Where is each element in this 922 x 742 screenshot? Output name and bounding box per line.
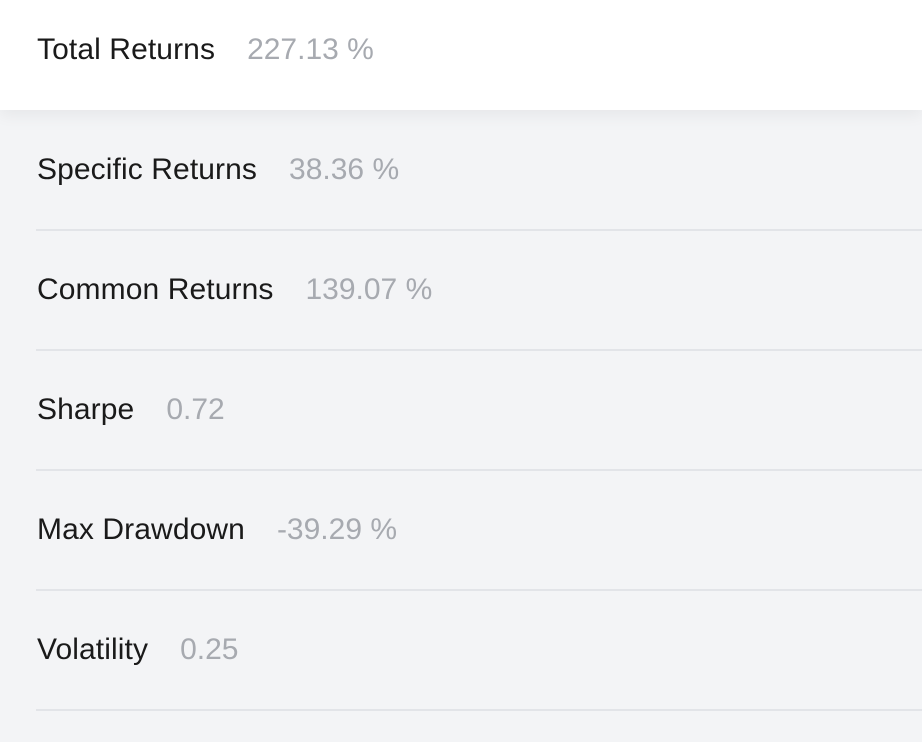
metric-value: 227.13 % — [247, 33, 374, 66]
metric-value: -39.29 % — [276, 513, 398, 546]
metric-row-total-returns: Total Returns 227.13 % — [0, 0, 922, 100]
total-returns-header: Total Returns 227.13 % — [0, 0, 922, 110]
metric-label: Common Returns — [37, 273, 274, 306]
metric-label: Volatility — [37, 633, 149, 666]
metric-row-volatility: Volatility 0.25 — [0, 590, 922, 710]
metric-value: 38.36 % — [289, 153, 400, 186]
metric-row-max-drawdown: Max Drawdown -39.29 % — [0, 470, 922, 590]
metric-row-common-returns: Common Returns 139.07 % — [0, 230, 922, 350]
metric-value: 0.25 — [180, 633, 239, 666]
metrics-list: Specific Returns 38.36 % Common Returns … — [0, 110, 922, 742]
metric-label: Total Returns — [37, 33, 216, 66]
metric-row-specific-returns: Specific Returns 38.36 % — [0, 110, 922, 230]
metric-label: Specific Returns — [37, 153, 258, 186]
metric-label: Max Drawdown — [37, 513, 245, 546]
metric-row-sharpe: Sharpe 0.72 — [0, 350, 922, 470]
metric-value: 139.07 % — [305, 273, 433, 306]
performance-metrics-panel: Total Returns 227.13 % Specific Returns … — [0, 0, 922, 742]
metric-label: Sharpe — [37, 393, 135, 426]
metric-value: 0.72 — [166, 393, 225, 426]
row-divider — [36, 709, 922, 711]
